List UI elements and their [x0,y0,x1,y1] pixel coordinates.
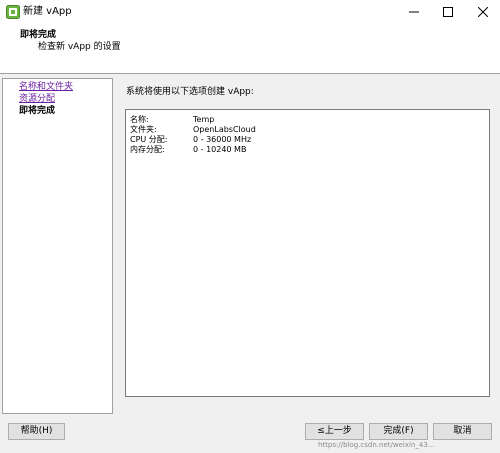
maximize-icon[interactable] [431,0,465,24]
vmware-vapp-icon [6,5,20,19]
summary-box: 名称: Temp 文件夹: OpenLabsCloud CPU 分配: 0 - … [125,109,490,397]
cancel-button[interactable]: 取消 [433,423,492,440]
summary-value: 0 - 10240 MB [193,145,247,154]
summary-row-name: 名称: Temp [130,115,480,125]
close-icon[interactable] [466,0,500,24]
summary-row-cpu: CPU 分配: 0 - 36000 MHz [130,135,480,145]
back-button[interactable]: ≤上一步 [305,423,364,440]
step-ready-to-complete: 即将完成 [19,106,56,116]
summary-intro: 系统将使用以下选项创建 vApp: [126,87,254,97]
watermark: https://blog.csdn.net/weixin_43... [318,441,435,449]
summary-label: 内存分配: [130,145,165,154]
summary-label: 名称: [130,115,149,124]
wizard-header: 即将完成 检查新 vApp 的设置 [0,24,500,74]
page-title: 即将完成 [20,30,57,40]
minimize-icon[interactable] [397,0,431,24]
summary-value: 0 - 36000 MHz [193,135,252,144]
summary-row-folder: 文件夹: OpenLabsCloud [130,125,480,135]
new-vapp-dialog: 新建 vApp 即将完成 检查新 vApp 的设置 名称和文件夹 资源分配 即将… [0,0,500,453]
summary-label: CPU 分配: [130,135,168,144]
window-title: 新建 vApp [23,6,72,17]
step-name-and-folder[interactable]: 名称和文件夹 [19,82,73,93]
summary-value: Temp [193,115,215,124]
help-button[interactable]: 帮助(H) [8,423,65,440]
page-subtitle: 检查新 vApp 的设置 [38,42,121,52]
finish-button[interactable]: 完成(F) [369,423,428,440]
wizard-steps-panel: 名称和文件夹 资源分配 即将完成 [2,78,113,414]
summary-label: 文件夹: [130,125,157,134]
step-resource-allocation[interactable]: 资源分配 [19,94,55,105]
title-bar: 新建 vApp [0,0,500,24]
summary-value: OpenLabsCloud [193,125,256,134]
summary-row-memory: 内存分配: 0 - 10240 MB [130,145,480,155]
